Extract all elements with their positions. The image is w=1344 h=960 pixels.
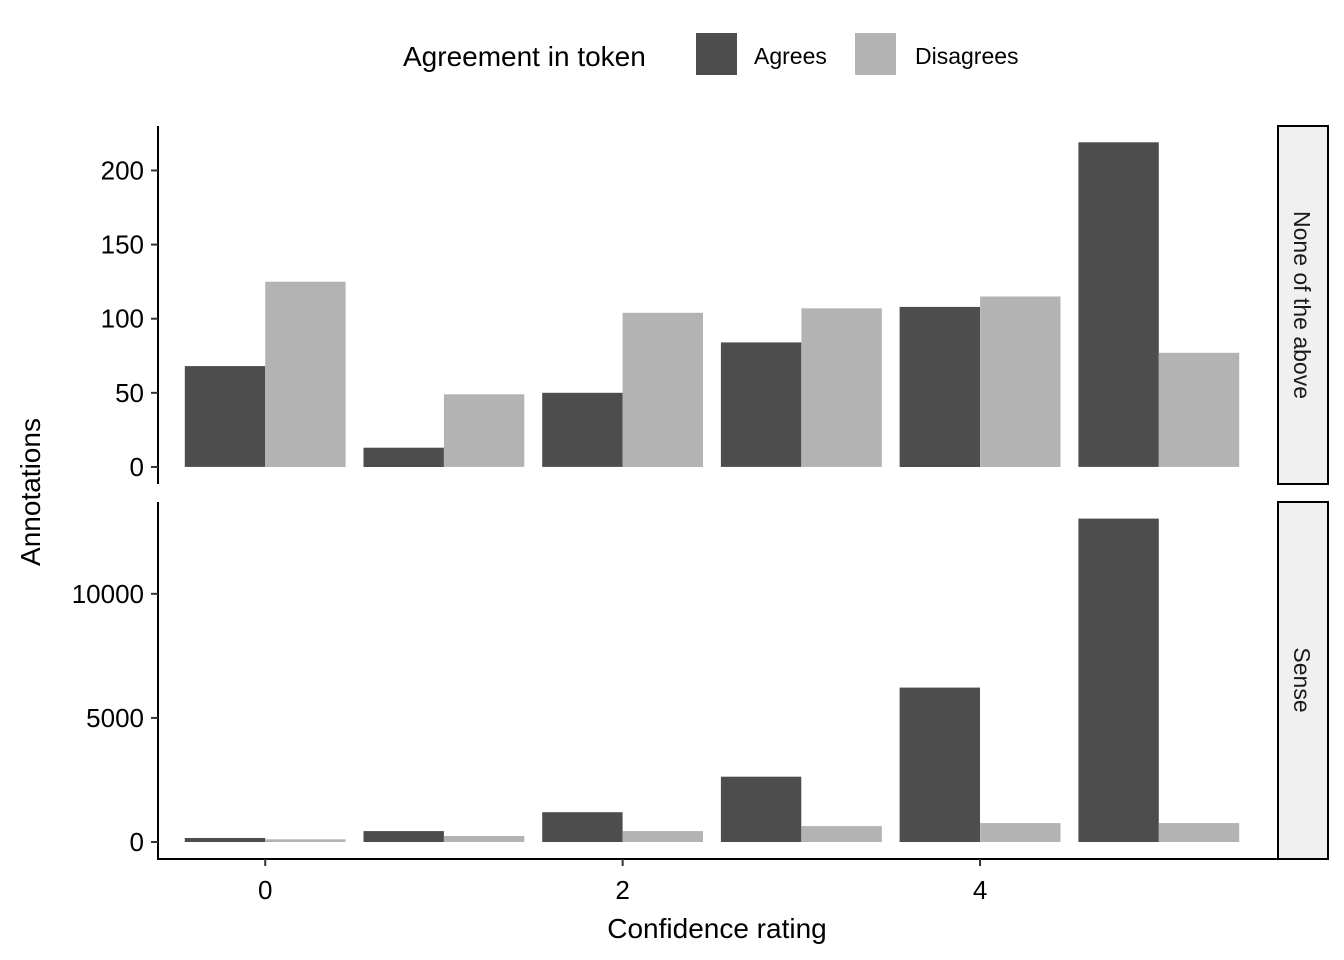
bar-disagrees-1 xyxy=(443,836,525,842)
legend-swatch-agrees xyxy=(696,33,737,75)
y-tick-label: 100 xyxy=(101,304,144,334)
bar-disagrees-3 xyxy=(801,308,882,467)
bar-agrees-1 xyxy=(363,831,444,842)
legend-title: Agreement in token xyxy=(403,41,646,72)
bar-disagrees-5 xyxy=(1158,823,1240,842)
y-tick-label: 200 xyxy=(101,155,144,185)
y-axis-title: Annotations xyxy=(15,418,46,566)
bar-disagrees-3 xyxy=(801,826,882,842)
legend-label-agrees: Agrees xyxy=(754,43,827,69)
strip-label-none-of-the-above: None of the above xyxy=(1289,211,1315,399)
bar-agrees-3 xyxy=(720,776,802,842)
bar-disagrees-0 xyxy=(265,281,346,467)
legend: Agreement in token Agrees Disagrees xyxy=(403,33,1019,75)
bar-agrees-2 xyxy=(542,812,623,842)
bar-agrees-4 xyxy=(899,306,980,467)
bar-agrees-0 xyxy=(184,366,266,467)
legend-label-disagrees: Disagrees xyxy=(915,43,1019,69)
strip-sense: Sense xyxy=(1277,501,1329,860)
strip-none-of-the-above: None of the above xyxy=(1277,125,1329,485)
bar-disagrees-1 xyxy=(443,394,525,467)
bar-agrees-3 xyxy=(720,342,802,467)
faceted-bar-chart: Agreement in token Agrees Disagrees Anno… xyxy=(15,33,1329,944)
y-tick-label: 150 xyxy=(101,230,144,260)
bar-agrees-2 xyxy=(542,392,623,467)
y-tick-label: 50 xyxy=(115,378,144,408)
y-tick-label: 0 xyxy=(130,452,144,482)
x-tick-label: 4 xyxy=(973,875,987,905)
bar-disagrees-4 xyxy=(980,296,1061,467)
panel-sense: 0 5000 10000 xyxy=(72,502,1240,859)
bar-disagrees-5 xyxy=(1158,352,1240,467)
y-tick-label: 5000 xyxy=(86,703,144,733)
bar-agrees-0 xyxy=(184,838,266,842)
bar-agrees-1 xyxy=(363,447,444,467)
strip-label-sense: Sense xyxy=(1289,647,1315,712)
bar-agrees-5 xyxy=(1078,142,1159,467)
bar-agrees-4 xyxy=(899,687,980,842)
legend-swatch-disagrees xyxy=(855,33,896,75)
x-axis-title: Confidence rating xyxy=(607,913,826,944)
bar-agrees-5 xyxy=(1078,518,1159,842)
bar-disagrees-2 xyxy=(622,831,703,842)
y-tick-label: 10000 xyxy=(72,579,144,609)
y-tick-label: 0 xyxy=(130,827,144,857)
bar-disagrees-4 xyxy=(980,823,1061,842)
bar-disagrees-0 xyxy=(265,839,346,842)
panel-none-of-the-above: 0 50 100 150 200 xyxy=(101,126,1240,484)
x-axis: 0 2 4 xyxy=(157,858,1278,905)
bar-disagrees-2 xyxy=(622,312,703,467)
x-tick-label: 2 xyxy=(615,875,629,905)
x-tick-label: 0 xyxy=(258,875,272,905)
